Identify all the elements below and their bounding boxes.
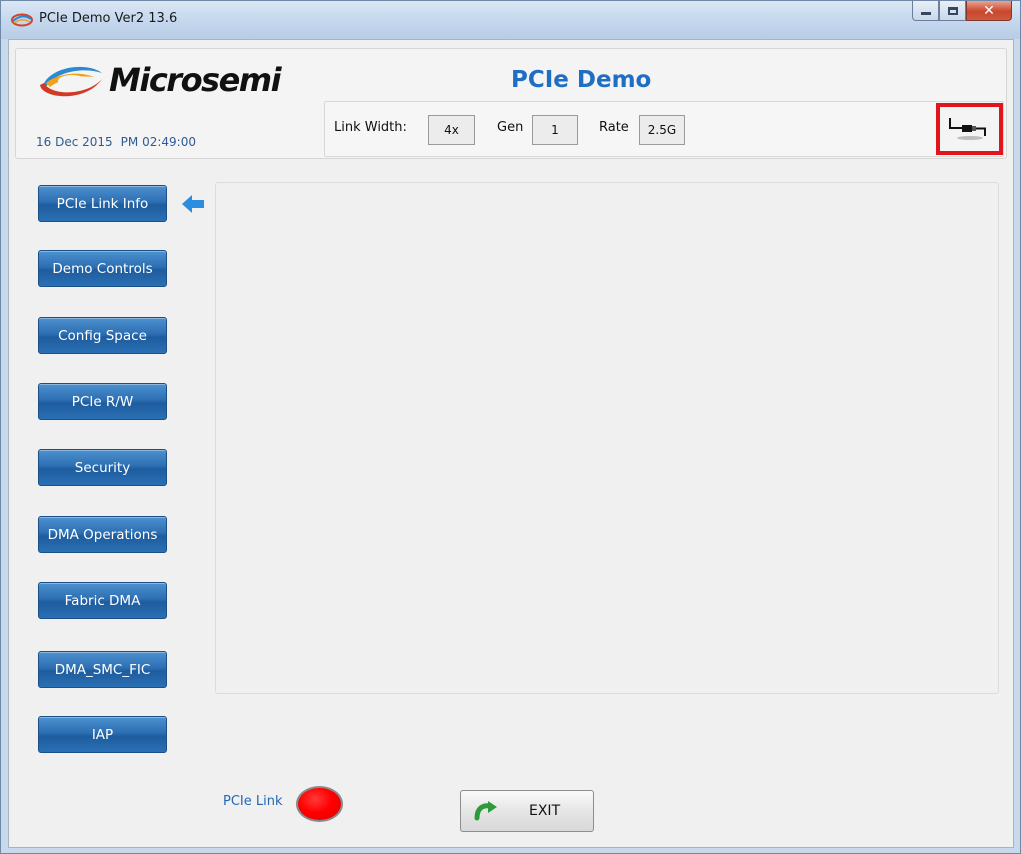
active-arrow-icon [182, 195, 204, 213]
client-area: Microsemi 16 Dec 2015 PM 02:49:00 PCIe De… [8, 39, 1014, 848]
nav-pcie-link-info-button[interactable]: PCIe Link Info [38, 185, 167, 222]
window-controls: ✕ [912, 1, 1012, 23]
nav-pcie-rw-button[interactable]: PCIe R/W [38, 383, 167, 420]
cable-plug-icon [948, 118, 986, 140]
exit-label: EXIT [529, 803, 561, 819]
header-panel: Microsemi 16 Dec 2015 PM 02:49:00 PCIe De… [15, 48, 1007, 159]
nav-dma-smc-fic-button[interactable]: DMA_SMC_FIC [38, 651, 167, 688]
title-bar[interactable]: PCIe Demo Ver2 13.6 ✕ [1, 1, 1020, 39]
nav-security-button[interactable]: Security [38, 449, 167, 486]
datetime-display: 16 Dec 2015 PM 02:49:00 [36, 135, 196, 149]
microsemi-swirl-icon [40, 66, 102, 97]
content-panel [215, 182, 999, 694]
date-text: 16 Dec 2015 [36, 135, 113, 149]
link-status-indicator[interactable] [936, 103, 1003, 155]
nav-demo-controls-button[interactable]: Demo Controls [38, 250, 167, 287]
app-logo-icon [11, 13, 33, 27]
nav-fabric-dma-button[interactable]: Fabric DMA [38, 582, 167, 619]
minimize-icon [920, 12, 931, 15]
rate-label: Rate [599, 120, 629, 135]
gen-label: Gen [497, 120, 524, 135]
exit-button[interactable]: EXIT [460, 790, 594, 832]
logo-text: Microsemi [109, 61, 282, 99]
time-text: PM 02:49:00 [120, 135, 196, 149]
close-button[interactable]: ✕ [966, 1, 1012, 21]
window-title: PCIe Demo Ver2 13.6 [39, 11, 178, 26]
pcie-link-status-led [296, 786, 343, 822]
gen-value: 1 [532, 115, 578, 145]
app-window: PCIe Demo Ver2 13.6 ✕ Microsemi 16 Dec 2… [0, 0, 1021, 854]
maximize-icon [947, 6, 958, 15]
microsemi-logo: Microsemi [36, 59, 306, 103]
close-icon: ✕ [983, 2, 995, 19]
nav-dma-operations-button[interactable]: DMA Operations [38, 516, 167, 553]
maximize-button[interactable] [939, 1, 966, 21]
minimize-button[interactable] [912, 1, 939, 21]
link-width-value: 4x [428, 115, 475, 145]
nav-config-space-button[interactable]: Config Space [38, 317, 167, 354]
app-title: PCIe Demo [511, 67, 652, 93]
link-status-panel: Link Width: 4x Gen 1 Rate 2.5G [324, 101, 1004, 157]
pcie-link-label: PCIe Link [223, 794, 283, 809]
link-width-label: Link Width: [334, 120, 407, 135]
nav-iap-button[interactable]: IAP [38, 716, 167, 753]
rate-value: 2.5G [639, 115, 685, 145]
exit-arrow-icon [474, 801, 497, 821]
